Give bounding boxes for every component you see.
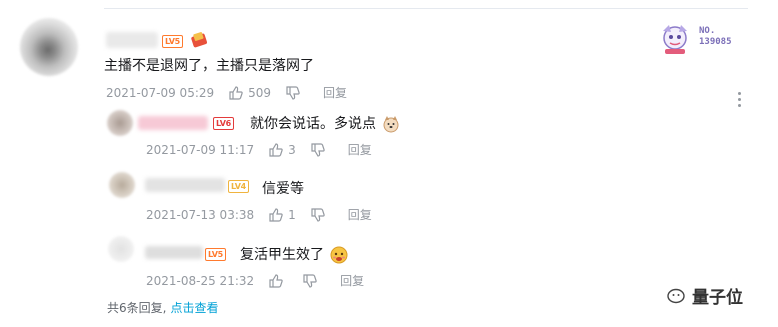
thumbs-down-icon: [286, 85, 300, 100]
reply-time: 2021-08-25 21:32: [146, 273, 255, 288]
dislike-button[interactable]: [310, 142, 326, 158]
watermark: 量子位: [666, 283, 743, 308]
comment-meta: 2021-07-09 05:29 509 回复: [106, 84, 347, 101]
avatar[interactable]: [107, 110, 133, 136]
level-badge: LV6: [213, 117, 234, 130]
thumbs-down-icon: [303, 273, 317, 288]
dislike-button[interactable]: [310, 207, 326, 223]
avatar[interactable]: [20, 18, 78, 76]
reply-count-footer: 共6条回复, 点击查看: [107, 299, 218, 316]
like-button[interactable]: 1: [268, 207, 296, 223]
fan-badge: NO. 139085: [657, 22, 749, 56]
divider: [104, 8, 748, 9]
reply-text: 复活甲生效了: [240, 244, 348, 264]
reply-button[interactable]: 回复: [340, 272, 364, 289]
reply-text: 就你会说话。多说点: [250, 113, 400, 133]
comment-time: 2021-07-09 05:29: [106, 85, 215, 100]
wechat-logo-icon: [667, 288, 685, 303]
dislike-button[interactable]: [285, 85, 301, 101]
avatar[interactable]: [109, 172, 135, 198]
like-count: 3: [288, 142, 296, 157]
thumbs-up-icon: [229, 85, 243, 100]
thumbs-up-icon: [269, 207, 283, 222]
reply-button[interactable]: 回复: [348, 141, 372, 158]
dog-face-emoji-icon: [382, 115, 400, 133]
level-badge: LV4: [228, 180, 249, 193]
view-replies-link[interactable]: 点击查看: [170, 301, 218, 315]
thumbs-down-icon: [311, 207, 325, 222]
avatar[interactable]: [108, 236, 134, 262]
reply-time: 2021-07-09 11:17: [146, 142, 255, 157]
like-button[interactable]: 3: [268, 142, 296, 158]
medal-icon: [190, 31, 208, 49]
thumbs-down-icon: [311, 142, 325, 157]
comment-text: 主播不是退网了，主播只是落网了: [104, 58, 314, 74]
username[interactable]: [106, 32, 158, 48]
reply-meta: 2021-07-09 11:17 3 回复: [146, 141, 372, 158]
level-badge: LV5: [162, 35, 183, 48]
dislike-button[interactable]: [302, 273, 318, 289]
like-count: 1: [288, 207, 296, 222]
like-button[interactable]: [268, 273, 288, 289]
level-badge: LV5: [205, 248, 226, 261]
reply-count-text: 共6条回复,: [107, 301, 167, 315]
like-count: 509: [248, 85, 272, 100]
thumbs-up-icon: [269, 273, 283, 288]
reply-button[interactable]: 回复: [323, 84, 347, 101]
like-button[interactable]: 509: [228, 85, 271, 101]
fan-badge-icon: [663, 25, 687, 54]
fan-badge-number: NO. 139085: [699, 26, 732, 47]
more-options-icon[interactable]: [738, 92, 744, 110]
reply-meta: 2021-08-25 21:32 回复: [146, 272, 364, 289]
crying-face-emoji-icon: [330, 246, 348, 264]
reply-button[interactable]: 回复: [348, 206, 372, 223]
username[interactable]: [138, 116, 208, 130]
watermark-text: 量子位: [692, 288, 743, 308]
username[interactable]: [145, 246, 203, 259]
reply-time: 2021-07-13 03:38: [146, 207, 255, 222]
thumbs-up-icon: [269, 142, 283, 157]
reply-meta: 2021-07-13 03:38 1 回复: [146, 206, 372, 223]
reply-text: 信爱等: [262, 181, 304, 197]
username[interactable]: [145, 178, 225, 192]
